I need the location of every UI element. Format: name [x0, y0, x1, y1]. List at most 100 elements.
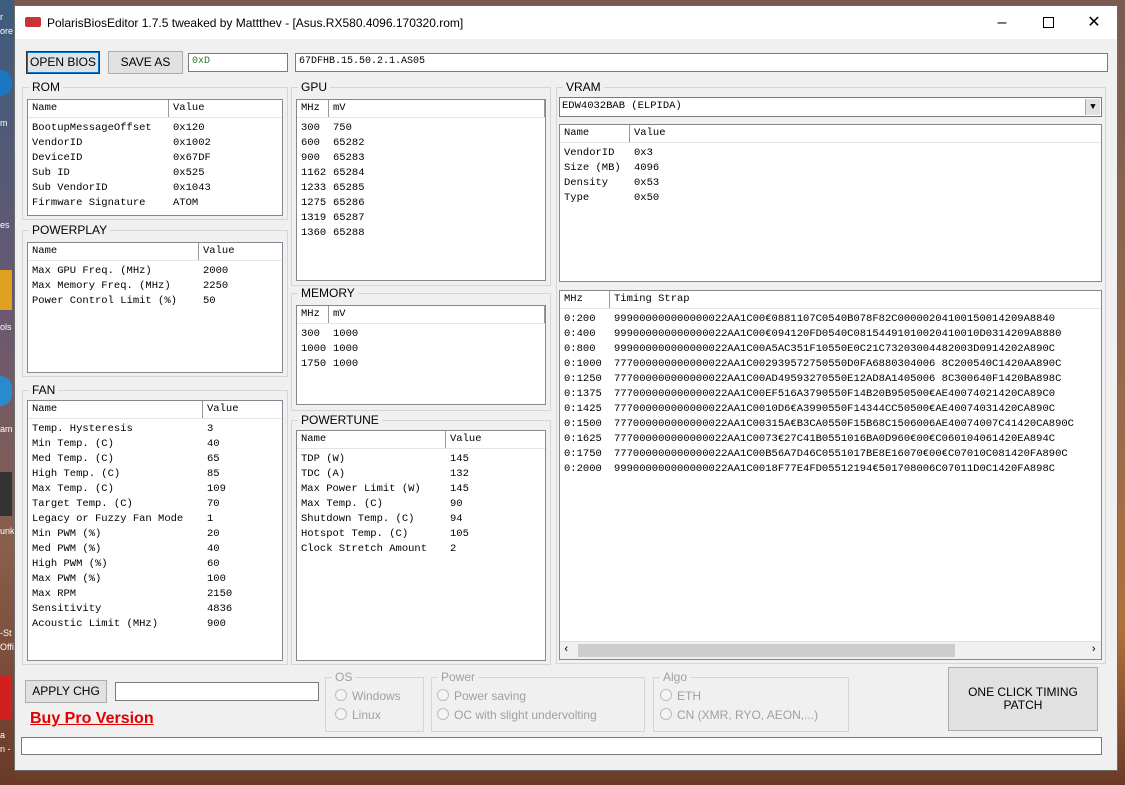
- desktop-app-icon[interactable]: [0, 676, 12, 720]
- row-name: Shutdown Temp. (C): [301, 513, 415, 525]
- row-name: 300: [301, 328, 320, 340]
- column-header[interactable]: Value: [203, 401, 282, 418]
- row-name: DeviceID: [32, 152, 83, 164]
- close-button[interactable]: ✕: [1071, 6, 1117, 39]
- column-header[interactable]: mV: [329, 100, 545, 117]
- radio-eth[interactable]: ETH: [660, 689, 701, 703]
- app-icon: [25, 17, 41, 27]
- radio-oc-undervolt[interactable]: OC with slight undervolting: [437, 708, 597, 722]
- checksum-field[interactable]: 0xD: [188, 53, 288, 72]
- app-window: PolarisBiosEditor 1.7.5 tweaked by Mattt…: [14, 5, 1118, 771]
- column-header[interactable]: MHz: [297, 100, 329, 117]
- apply-status-field[interactable]: [115, 682, 319, 701]
- row-name: Sub ID: [32, 167, 70, 179]
- row-value: 40: [207, 438, 220, 450]
- row-value: 0x53: [634, 177, 660, 189]
- minimize-button[interactable]: –: [979, 6, 1025, 39]
- row-value: 65285: [333, 182, 365, 194]
- scrollbar-thumb[interactable]: [578, 644, 955, 657]
- memory-group-title: MEMORY: [301, 286, 355, 300]
- column-header[interactable]: Name: [28, 401, 203, 418]
- column-header[interactable]: Value: [199, 243, 282, 260]
- vram-select-value: EDW4032BAB (ELPIDA): [562, 100, 682, 112]
- table-header: MHz Timing Strap: [560, 291, 1101, 309]
- column-header[interactable]: Timing Strap: [610, 291, 1101, 308]
- row-value: 2150: [207, 588, 233, 600]
- rom-table[interactable]: Name Value BootupMessageOffset 0x120 VendorI…: [27, 99, 283, 216]
- open-bios-button[interactable]: OPEN BIOS: [26, 51, 100, 74]
- row-name: Target Temp. (C): [32, 498, 133, 510]
- chevron-down-icon[interactable]: ▼: [1085, 99, 1100, 115]
- radio-windows-label: Windows: [352, 689, 401, 703]
- gpu-table[interactable]: MHz mV 300 750 600 65282 900 65283 1162 65284 1233…: [296, 99, 546, 281]
- column-header[interactable]: Name: [28, 243, 199, 260]
- row-name: 0:400: [564, 328, 596, 340]
- scroll-right-icon[interactable]: ›: [1090, 642, 1097, 659]
- column-header[interactable]: Value: [630, 125, 1101, 142]
- row-name: 0:2000: [564, 463, 602, 475]
- row-value: 50: [203, 295, 216, 307]
- powerplay-table[interactable]: Name Value Max GPU Freq. (MHz) 2000 Max Memo…: [27, 242, 283, 373]
- radio-icon: [437, 689, 449, 701]
- desktop-app-icon[interactable]: [0, 376, 12, 406]
- save-as-button[interactable]: SAVE AS: [108, 51, 183, 74]
- apply-changes-button[interactable]: APPLY CHG: [25, 680, 107, 703]
- maximize-button[interactable]: [1025, 6, 1071, 39]
- row-value: 20: [207, 528, 220, 540]
- radio-icon: [335, 689, 347, 701]
- radio-cn[interactable]: CN (XMR, RYO, AEON,...): [660, 708, 818, 722]
- column-header[interactable]: Value: [169, 100, 282, 117]
- radio-windows[interactable]: Windows: [335, 689, 401, 703]
- row-value: 777000000000000022AA1C0010D6€A3990550F14…: [614, 403, 1056, 415]
- desktop-app-icon[interactable]: [0, 472, 12, 516]
- column-header[interactable]: MHz: [560, 291, 610, 308]
- row-name: Min Temp. (C): [32, 438, 114, 450]
- fan-group-title: FAN: [32, 383, 56, 397]
- radio-power-saving[interactable]: Power saving: [437, 689, 526, 703]
- row-name: TDC (A): [301, 468, 346, 480]
- powerplay-group-title: POWERPLAY: [32, 223, 108, 237]
- fan-table[interactable]: Name Value Temp. Hysteresis 3 Min Temp. (C) 4…: [27, 400, 283, 661]
- radio-linux[interactable]: Linux: [335, 708, 381, 722]
- row-name: VendorID: [32, 137, 83, 149]
- row-value: 70: [207, 498, 220, 510]
- bios-string-field[interactable]: 67DFHB.15.50.2.1.AS05: [295, 53, 1108, 72]
- horizontal-scrollbar[interactable]: ‹ ›: [560, 641, 1101, 659]
- desktop-label: r: [0, 12, 3, 22]
- column-header[interactable]: mV: [329, 306, 545, 323]
- status-bar-field[interactable]: [21, 737, 1102, 755]
- title-bar[interactable]: PolarisBiosEditor 1.7.5 tweaked by Mattt…: [15, 6, 1117, 39]
- scroll-left-icon[interactable]: ‹: [563, 642, 570, 659]
- desktop-app-icon[interactable]: [0, 270, 12, 310]
- radio-oc-undervolt-label: OC with slight undervolting: [454, 708, 597, 722]
- memory-table[interactable]: MHz mV 300 1000 1000 1000 1750 1000: [296, 305, 546, 405]
- column-header[interactable]: MHz: [297, 306, 329, 323]
- vram-table[interactable]: Name Value VendorID 0x3 Size (MB) 4096 Density…: [559, 124, 1102, 282]
- column-header[interactable]: Name: [28, 100, 169, 117]
- column-header[interactable]: Name: [560, 125, 630, 142]
- row-name: Hotspot Temp. (C): [301, 528, 409, 540]
- column-header[interactable]: Name: [297, 431, 446, 448]
- row-value: 0x3: [634, 147, 653, 159]
- desktop-app-icon[interactable]: [0, 70, 12, 96]
- vram-select[interactable]: EDW4032BAB (ELPIDA) ▼: [559, 97, 1102, 117]
- algo-group-title: Algo: [663, 670, 688, 684]
- vram-group-title: VRAM: [566, 80, 601, 94]
- powertune-table[interactable]: Name Value TDP (W) 145 TDC (A) 132 Max Power L…: [296, 430, 546, 661]
- timing-strap-table[interactable]: 0:200 999000000000000022AA1C00€0881107C05…: [559, 290, 1102, 660]
- os-group-title: OS: [335, 670, 353, 684]
- row-value: 145: [450, 483, 469, 495]
- row-value: 100: [207, 573, 226, 585]
- column-header[interactable]: Value: [446, 431, 545, 448]
- one-click-timing-patch-button[interactable]: ONE CLICK TIMING PATCH: [948, 667, 1098, 731]
- buy-pro-link[interactable]: Buy Pro Version: [30, 710, 154, 728]
- row-value: 4096: [634, 162, 660, 174]
- row-value: 777000000000000022AA1C00EF516A3790550F14…: [614, 388, 1056, 400]
- desktop-label: ols: [0, 322, 12, 332]
- patch-label-line2: PATCH: [1003, 698, 1043, 712]
- row-name: 0:1250: [564, 373, 602, 385]
- row-name: 0:1000: [564, 358, 602, 370]
- row-name: Max Temp. (C): [32, 483, 114, 495]
- row-value: 1: [207, 513, 214, 525]
- row-value: 999000000000000022AA1C0018F77E4FD0551219…: [614, 463, 1056, 475]
